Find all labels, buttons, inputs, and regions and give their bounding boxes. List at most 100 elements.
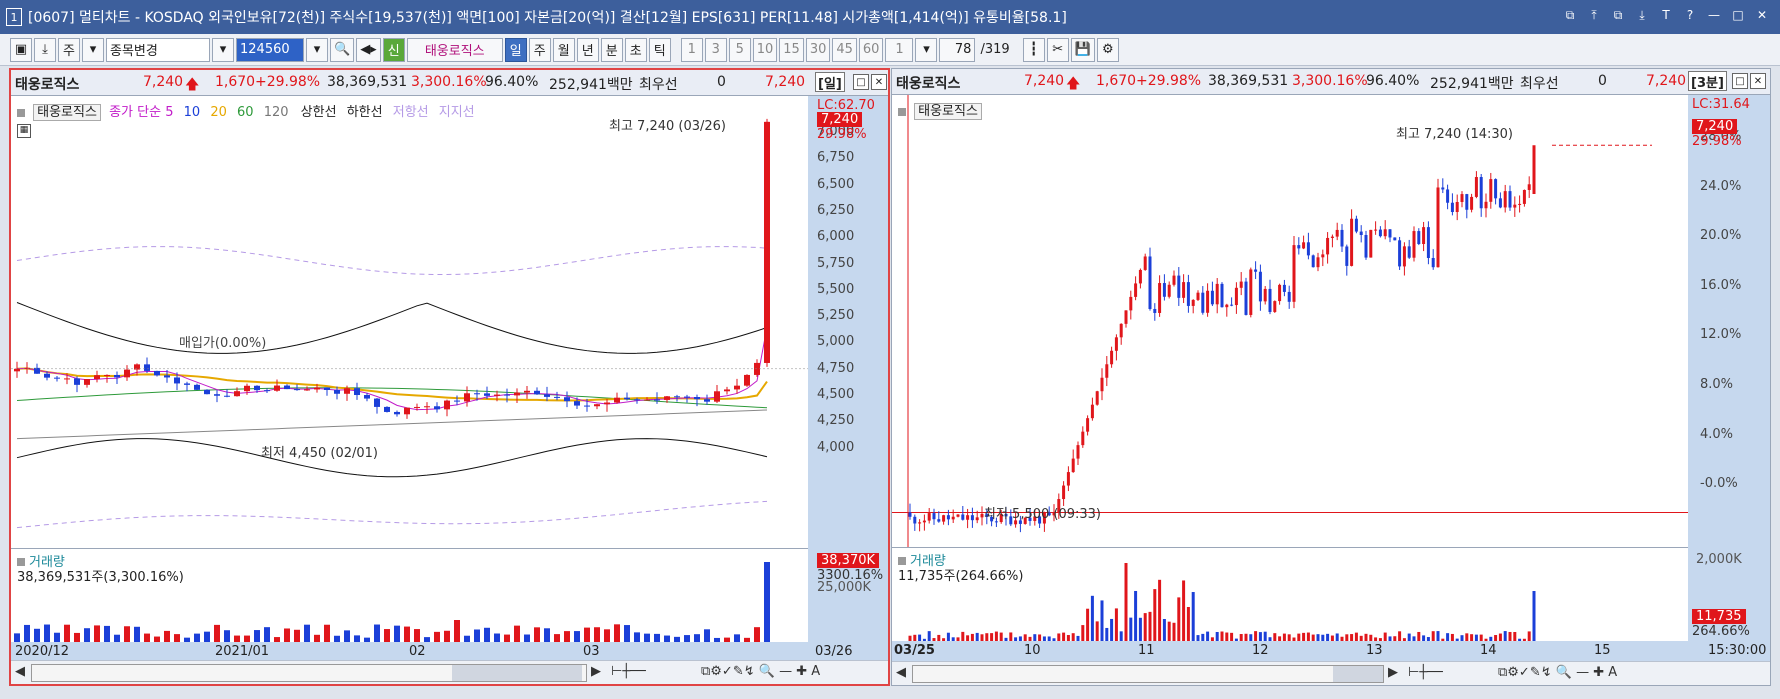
window-button[interactable]: ⤒ (1586, 7, 1602, 23)
new-tag: 신 (382, 37, 405, 62)
candle-body (913, 516, 917, 524)
stock-name: 태웅로직스 (896, 76, 961, 92)
period-주[interactable]: 주 (528, 37, 551, 62)
minute-1[interactable]: 1 (680, 37, 703, 62)
period-월[interactable]: 월 (552, 37, 575, 62)
window-button[interactable]: T (1658, 7, 1674, 23)
download-icon[interactable]: ⤓ (34, 37, 56, 62)
period-년[interactable]: 년 (576, 37, 599, 62)
price-tick: 4,250 (817, 413, 855, 429)
daily-volume-chart (14, 562, 770, 642)
minute-15[interactable]: 15 (779, 37, 804, 62)
minute-45[interactable]: 45 (832, 37, 857, 62)
candle-body (1062, 485, 1066, 500)
window-button[interactable]: ✕ (1754, 7, 1770, 23)
base-label: 매입가(0.00%) (179, 336, 267, 351)
minute-30[interactable]: 30 (805, 37, 831, 62)
layout-icon[interactable]: ▣ (10, 37, 32, 62)
volume-bar (734, 634, 740, 642)
minute-10[interactable]: 10 (752, 37, 778, 62)
candle-body (514, 392, 520, 396)
page-input[interactable]: 78 (939, 37, 976, 62)
minute-5[interactable]: 5 (728, 37, 751, 62)
volume-bar (164, 630, 170, 642)
volume-bar (1465, 633, 1469, 641)
mode-select[interactable]: 종목변경 (106, 37, 210, 62)
volume-bar (104, 625, 110, 642)
date-tick: 2020/12 (15, 644, 70, 659)
volume-bar (1009, 632, 1013, 641)
tool-icons[interactable]: ⧉⚙✓✎↯ 🔍 — ✚ A (701, 664, 820, 679)
minute-3[interactable]: 3 (704, 37, 727, 62)
candle-body (1110, 350, 1114, 365)
stock-name[interactable]: 태웅로직스 (406, 37, 503, 62)
volume-bar (1086, 608, 1090, 641)
maximize-icon[interactable]: □ (1732, 73, 1748, 89)
volume-bar (414, 629, 420, 642)
window-button[interactable]: ⧉ (1562, 7, 1578, 23)
sound-icon[interactable]: ◀▸ (356, 37, 381, 62)
scroll-right-icon[interactable]: ▶ (591, 664, 601, 679)
tool-icons[interactable]: ⧉⚙✓✎↯ 🔍 — ✚ A (1498, 665, 1617, 680)
maximize-icon[interactable]: □ (853, 74, 869, 90)
candle-body (1239, 281, 1243, 288)
volume-bar (204, 631, 210, 642)
scroll-left-icon[interactable]: ◀ (896, 665, 906, 680)
scroll-right-icon[interactable]: ▶ (1388, 665, 1398, 680)
save-icon[interactable]: 💾 (1070, 37, 1095, 62)
tool-icon[interactable]: ✂ (1046, 37, 1069, 62)
volume-bar (444, 630, 450, 642)
indicator-icon[interactable]: ┇ (1022, 37, 1045, 62)
volume-bar (1057, 633, 1061, 641)
candle-body (194, 384, 200, 390)
period-buttons: 일주월년분초틱 (504, 37, 671, 62)
search-icon[interactable]: 🔍 (330, 37, 355, 62)
settings-icon[interactable]: ⚙ (1096, 37, 1119, 62)
window-button[interactable]: ⧉ (1610, 7, 1626, 23)
up-arrow-icon: 🡅 (185, 77, 200, 93)
close-icon[interactable]: ✕ (871, 74, 887, 90)
dropdown-icon[interactable]: ▾ (82, 37, 104, 62)
candle-body (1153, 308, 1157, 313)
candle-body (324, 387, 330, 390)
volume-bar (474, 629, 480, 642)
candle-body (1234, 287, 1238, 306)
scrollbar[interactable] (31, 664, 587, 682)
candle-body (1095, 391, 1099, 405)
date-tick: 02 (409, 644, 426, 659)
period-일[interactable]: 일 (504, 37, 527, 62)
stock-code-input[interactable]: 124560 (236, 37, 304, 62)
period-틱[interactable]: 틱 (648, 37, 671, 62)
scrollbar[interactable] (912, 665, 1384, 683)
volume-bar (961, 631, 965, 641)
type-select[interactable]: 주 (58, 37, 80, 62)
dropdown-icon[interactable]: ▾ (915, 37, 938, 62)
window-button[interactable]: ? (1682, 7, 1698, 23)
minute-candle-chart[interactable] (892, 95, 1688, 547)
volume-bar (684, 635, 690, 642)
lower-band (16, 438, 768, 478)
volume-bar (1201, 633, 1205, 641)
count-input[interactable]: 1 (885, 37, 914, 62)
volume-bar (990, 633, 994, 641)
ask: 7,240 (1646, 73, 1687, 89)
daily-candle-chart[interactable] (11, 96, 808, 548)
dropdown-icon[interactable]: ▾ (212, 37, 234, 62)
scroll-left-icon[interactable]: ◀ (15, 664, 25, 679)
period-초[interactable]: 초 (624, 37, 647, 62)
period-분[interactable]: 분 (600, 37, 623, 62)
ask: 7,240 (765, 74, 806, 90)
minute-60[interactable]: 60 (858, 37, 884, 62)
candle-body (544, 394, 550, 397)
window-button[interactable]: ⤓ (1634, 7, 1650, 23)
candle-body (951, 516, 955, 520)
close-icon[interactable]: ✕ (1750, 73, 1766, 89)
window-number: 1 (6, 8, 22, 26)
dropdown-icon[interactable]: ▾ (306, 37, 328, 62)
zoom-slider[interactable]: ⊢┼── (611, 664, 646, 679)
zoom-slider[interactable]: ⊢┼── (1408, 665, 1443, 680)
window-button[interactable]: □ (1730, 7, 1746, 23)
candle-body (1297, 245, 1301, 249)
window-button[interactable]: — (1706, 7, 1722, 23)
volume-bar (1124, 563, 1128, 641)
